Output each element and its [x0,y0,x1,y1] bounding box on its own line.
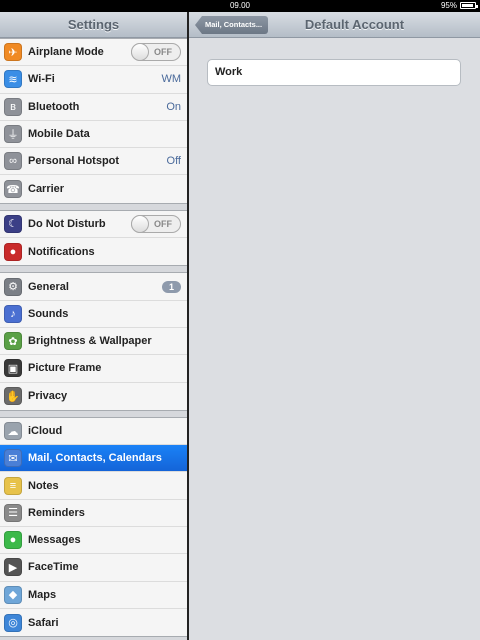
settings-item-label: Picture Frame [28,362,102,375]
settings-item-safari[interactable]: ◎ Safari [0,609,187,636]
safari-icon: ◎ [4,613,22,632]
update-badge: 1 [161,280,181,293]
wifi-icon: ≋ [4,70,22,89]
battery-indicator: 95% [440,1,478,10]
settings-item-label: Carrier [28,183,65,196]
battery-percent: 95% [440,1,457,10]
settings-item-label: Messages [28,534,81,547]
settings-item-bluetooth[interactable]: ʙ Bluetooth On [0,94,187,121]
settings-item-icloud[interactable]: ☁ iCloud [0,418,187,446]
settings-item-label: Reminders [28,506,85,519]
settings-item-wi-fi[interactable]: ≋ Wi-Fi WM [0,66,187,94]
picture-frame-icon: ▣ [4,359,22,378]
toggle-knob [131,214,149,233]
facetime-icon: ▶ [4,558,22,577]
settings-item-label: Safari [28,616,59,629]
settings-item-value: WM [161,73,181,86]
settings-item-label: Wi-Fi [28,73,55,86]
settings-title: Settings [67,17,120,32]
back-button[interactable]: Mail, Contacts... [195,16,269,34]
settings-item-picture-frame[interactable]: ▣ Picture Frame [0,355,187,383]
settings-item-label: General [28,280,69,293]
settings-item-label: Do Not Disturb [28,217,106,230]
settings-item-maps[interactable]: ◆ Maps [0,582,187,609]
settings-list: ✈ Airplane Mode OFF ≋ Wi-Fi WM ʙ Bluetooth On ⏚ Mo… [0,38,187,638]
detail-nav-bar: Mail, Contacts... Default Account [189,12,480,38]
settings-group: ☾ Do Not Disturb OFF ● Notifications [0,209,187,267]
phone-icon: ☎ [4,180,22,199]
settings-item-personal-hotspot[interactable]: ∞ Personal Hotspot Off [0,148,187,176]
status-time: 09.00 [229,1,251,10]
mail-icon: ✉ [4,449,22,468]
settings-item-mobile-data[interactable]: ⏚ Mobile Data [0,121,187,149]
hand-icon: ✋ [4,387,22,406]
settings-item-mail-contacts-calendars[interactable]: ✉ Mail, Contacts, Calendars [0,445,187,473]
settings-group: ✈ Airplane Mode OFF ≋ Wi-Fi WM ʙ Bluetooth On ⏚ Mo… [0,38,187,204]
settings-item-label: Notifications [28,245,95,258]
reminders-icon: ☰ [4,503,22,522]
settings-item-label: Sounds [28,307,69,320]
settings-item-label: Personal Hotspot [28,155,120,168]
settings-item-facetime[interactable]: ▶ FaceTime [0,554,187,582]
settings-item-label: Mail, Contacts, Calendars [28,452,162,465]
settings-item-notes[interactable]: ≡ Notes [0,472,187,500]
settings-group: ☁ iCloud ✉ Mail, Contacts, Calendars ≡ Notes ☰… [0,416,187,638]
settings-item-label: Maps [28,588,57,601]
battery-icon [460,2,478,9]
detail-title: Default Account [304,17,405,32]
settings-item-do-not-disturb[interactable]: ☾ Do Not Disturb OFF [0,211,187,239]
toggle-state: OFF [154,47,172,58]
settings-item-carrier[interactable]: ☎ Carrier [0,175,187,202]
settings-item-label: iCloud [28,425,63,437]
hotspot-icon: ∞ [4,152,22,171]
settings-pane: Settings ✈ Airplane Mode OFF ≋ Wi-Fi WM ʙ Bluet… [0,12,187,640]
detail-pane: Mail, Contacts... Default Account Work [189,12,480,640]
settings-item-label: Notes [28,479,59,492]
settings-item-label: Brightness & Wallpaper [28,335,152,348]
settings-item-general[interactable]: ⚙ General 1 [0,273,187,301]
status-bar: 09.00 95% [0,0,480,12]
settings-item-label: Privacy [28,390,68,403]
notes-icon: ≡ [4,476,22,495]
settings-item-label: FaceTime [28,561,79,574]
settings-item-airplane-mode[interactable]: ✈ Airplane Mode OFF [0,39,187,67]
settings-item-sounds[interactable]: ♪ Sounds [0,301,187,328]
default-account-cell[interactable]: Work [207,59,461,86]
messages-icon: ● [4,531,22,550]
settings-item-value: On [166,100,181,113]
flower-icon: ✿ [4,332,22,351]
settings-group: ⚙ General 1 ♪ Sounds ✿ Brightness & Wallpaper ▣… [0,272,187,411]
airplane-mode-toggle[interactable]: OFF [131,43,181,62]
settings-item-notifications[interactable]: ● Notifications [0,238,187,265]
settings-item-value: Off [166,155,181,168]
settings-item-privacy[interactable]: ✋ Privacy [0,383,187,410]
settings-item-brightness-wallpaper[interactable]: ✿ Brightness & Wallpaper [0,328,187,356]
toggle-state: OFF [154,218,172,229]
settings-item-label: Airplane Mode [28,46,104,59]
settings-nav-bar: Settings [0,12,187,38]
settings-item-label: Mobile Data [28,128,90,141]
antenna-icon: ⏚ [4,125,22,144]
do-not-disturb-toggle[interactable]: OFF [131,214,181,233]
cloud-icon: ☁ [4,422,22,440]
speaker-icon: ♪ [4,304,22,323]
toggle-knob [131,43,149,62]
maps-icon: ◆ [4,585,22,604]
settings-item-label: Bluetooth [28,100,80,113]
settings-item-reminders[interactable]: ☰ Reminders [0,500,187,528]
airplane-icon: ✈ [4,43,22,62]
notifications-icon: ● [4,242,22,261]
settings-item-messages[interactable]: ● Messages [0,527,187,555]
gear-icon: ⚙ [4,277,22,296]
bluetooth-icon: ʙ [4,97,22,116]
moon-icon: ☾ [4,214,22,233]
